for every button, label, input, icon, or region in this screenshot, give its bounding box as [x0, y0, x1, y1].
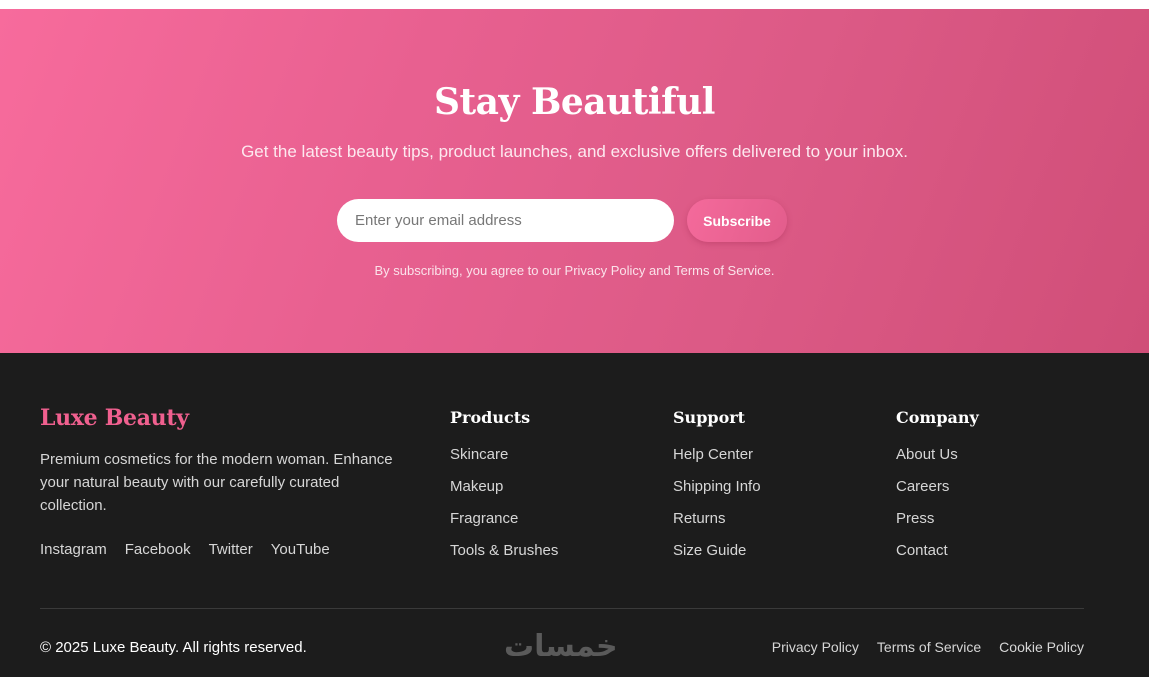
copyright-text: © 2025 Luxe Beauty. All rights reserved. [40, 639, 307, 656]
footer-link-skincare[interactable]: Skincare [450, 446, 508, 463]
legal-link-terms-of-service[interactable]: Terms of Service [877, 639, 981, 655]
footer-brand: Luxe Beauty [40, 405, 189, 431]
footer-column-products: Products Skincare Makeup Fragrance Tools… [450, 408, 558, 574]
social-link-youtube[interactable]: YouTube [271, 541, 330, 558]
footer-divider [40, 608, 1084, 609]
footer-link-shipping-info[interactable]: Shipping Info [673, 478, 761, 495]
newsletter-section: Stay Beautiful Get the latest beauty tip… [0, 9, 1149, 353]
footer-column-title: Support [673, 408, 746, 427]
social-link-instagram[interactable]: Instagram [40, 541, 107, 558]
footer-link-makeup[interactable]: Makeup [450, 478, 503, 495]
footer-link-returns[interactable]: Returns [673, 510, 726, 527]
newsletter-subtitle: Get the latest beauty tips, product laun… [241, 142, 908, 161]
footer-column-company: Company About Us Careers Press Contact [896, 408, 979, 574]
watermark-logo: خمسات [504, 629, 618, 664]
footer-column-title: Company [896, 408, 979, 427]
subscribe-button[interactable]: Subscribe [687, 199, 787, 242]
footer-link-help-center[interactable]: Help Center [673, 446, 753, 463]
footer-link-contact[interactable]: Contact [896, 542, 948, 559]
legal-link-privacy-policy[interactable]: Privacy Policy [772, 639, 859, 655]
social-link-twitter[interactable]: Twitter [209, 541, 253, 558]
footer-column-support: Support Help Center Shipping Info Return… [673, 408, 761, 574]
social-links: Instagram Facebook Twitter YouTube [40, 541, 330, 558]
newsletter-note: By subscribing, you agree to our Privacy… [374, 263, 775, 278]
email-input[interactable] [337, 199, 674, 242]
site-footer: Luxe Beauty Premium cosmetics for the mo… [0, 353, 1149, 677]
footer-link-size-guide[interactable]: Size Guide [673, 542, 746, 559]
top-strip [0, 0, 1149, 9]
footer-link-press[interactable]: Press [896, 510, 934, 527]
footer-link-fragrance[interactable]: Fragrance [450, 510, 518, 527]
legal-links: Privacy Policy Terms of Service Cookie P… [772, 639, 1084, 655]
social-link-facebook[interactable]: Facebook [125, 541, 191, 558]
legal-link-cookie-policy[interactable]: Cookie Policy [999, 639, 1084, 655]
newsletter-title: Stay Beautiful [434, 81, 715, 123]
footer-column-title: Products [450, 408, 531, 427]
footer-link-careers[interactable]: Careers [896, 478, 949, 495]
footer-description: Premium cosmetics for the modern woman. … [40, 451, 393, 514]
newsletter-form: Subscribe [337, 199, 789, 243]
footer-link-tools-brushes[interactable]: Tools & Brushes [450, 542, 558, 559]
footer-link-about-us[interactable]: About Us [896, 446, 958, 463]
